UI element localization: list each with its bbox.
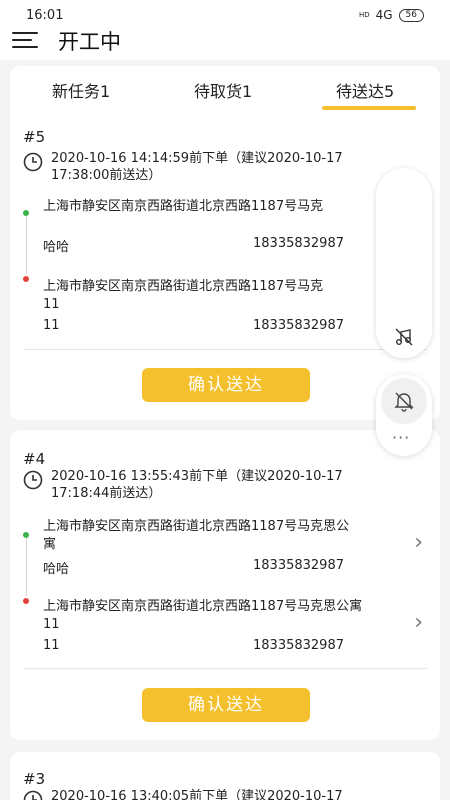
status-time: 16:01 xyxy=(26,8,64,23)
dropoff-address[interactable]: 上海市静安区南京西路街道北京西路1187号马克 11 xyxy=(43,278,388,314)
order-number: #3 xyxy=(23,770,46,788)
hd-indicator: HD xyxy=(358,10,370,19)
order-time-line2: 17:18:44前送达） xyxy=(51,486,162,501)
pickup-name: 哈哈 xyxy=(43,562,70,577)
address-block: 上海市静安区南京西路街道北京西路1187号马克 哈哈 18335832987 上… xyxy=(23,194,423,394)
tab-to-pickup[interactable]: 待取货1 xyxy=(194,78,252,102)
order-time-line1: 2020-10-16 13:40:05前下单（建议2020-10-17 xyxy=(51,789,343,800)
bell-off-icon xyxy=(394,392,414,412)
clock-icon xyxy=(23,152,43,172)
address-block: 上海市静安区南京西路街道北京西路1187号马克思公 寓 › 哈哈 1833583… xyxy=(23,516,423,666)
chevron-right-icon[interactable]: › xyxy=(414,530,423,555)
more-icon[interactable]: ··· xyxy=(392,428,410,447)
clock-icon xyxy=(23,790,43,800)
order-number: #5 xyxy=(23,128,46,146)
network-indicator: 4G xyxy=(375,8,393,22)
pickup-address[interactable]: 上海市静安区南京西路街道北京西路1187号马克 xyxy=(43,198,388,216)
order-time: 2020-10-16 13:55:43前下单（建议2020-10-17 17:1… xyxy=(23,468,423,504)
order-number: #4 xyxy=(23,450,46,468)
divider xyxy=(23,668,427,669)
battery-indicator: 56 xyxy=(398,8,424,22)
order-card-4: #4 2020-10-16 13:55:43前下单（建议2020-10-17 1… xyxy=(10,430,440,740)
pickup-phone[interactable]: 18335832987 xyxy=(253,236,344,251)
tab-bar: 新任务1 待取货1 待送达5 xyxy=(10,66,440,110)
dropoff-phone[interactable]: 18335832987 xyxy=(253,638,344,653)
floating-bell-panel: ··· xyxy=(376,374,432,456)
chevron-right-icon[interactable]: › xyxy=(414,610,423,635)
confirm-delivery-button[interactable]: 确认送达 xyxy=(142,688,310,722)
order-card-3: #3 2020-10-16 13:40:05前下单（建议2020-10-17 xyxy=(10,752,440,800)
pickup-address[interactable]: 上海市静安区南京西路街道北京西路1187号马克思公 寓 xyxy=(43,518,388,554)
status-bar: 16:01 HD 4G 56 xyxy=(0,0,450,26)
order-time-line1: 2020-10-16 13:55:43前下单（建议2020-10-17 xyxy=(51,469,343,484)
tab-new-task[interactable]: 新任务1 xyxy=(52,78,110,102)
dropoff-dot xyxy=(23,598,29,604)
bell-button[interactable] xyxy=(381,378,427,424)
dropoff-dot xyxy=(23,276,29,282)
pickup-phone[interactable]: 18335832987 xyxy=(253,558,344,573)
order-time-line1: 2020-10-16 14:14:59前下单（建议2020-10-17 xyxy=(51,151,343,166)
music-off-icon[interactable] xyxy=(393,326,415,348)
tab-to-deliver[interactable]: 待送达5 xyxy=(336,78,394,102)
pickup-name: 哈哈 xyxy=(43,240,70,255)
floating-control-panel[interactable] xyxy=(376,168,432,358)
dropoff-name: 11 xyxy=(43,638,60,653)
order-time: 2020-10-16 14:14:59前下单（建议2020-10-17 17:3… xyxy=(23,150,423,186)
dropoff-phone[interactable]: 18335832987 xyxy=(253,318,344,333)
header: 开工中 xyxy=(0,26,450,60)
page-title: 开工中 xyxy=(58,30,121,54)
order-time: 2020-10-16 13:40:05前下单（建议2020-10-17 xyxy=(23,788,423,800)
menu-icon[interactable] xyxy=(12,28,40,52)
route-line xyxy=(25,538,27,596)
active-tab-indicator xyxy=(322,106,416,110)
status-indicators: HD 4G 56 xyxy=(359,8,424,22)
confirm-delivery-button[interactable]: 确认送达 xyxy=(142,368,310,402)
route-line xyxy=(25,216,27,274)
order-time-line2: 17:38:00前送达） xyxy=(51,168,162,183)
clock-icon xyxy=(23,470,43,490)
divider xyxy=(23,349,427,350)
dropoff-address[interactable]: 上海市静安区南京西路街道北京西路1187号马克思公寓 11 xyxy=(43,598,428,634)
dropoff-name: 11 xyxy=(43,318,60,333)
